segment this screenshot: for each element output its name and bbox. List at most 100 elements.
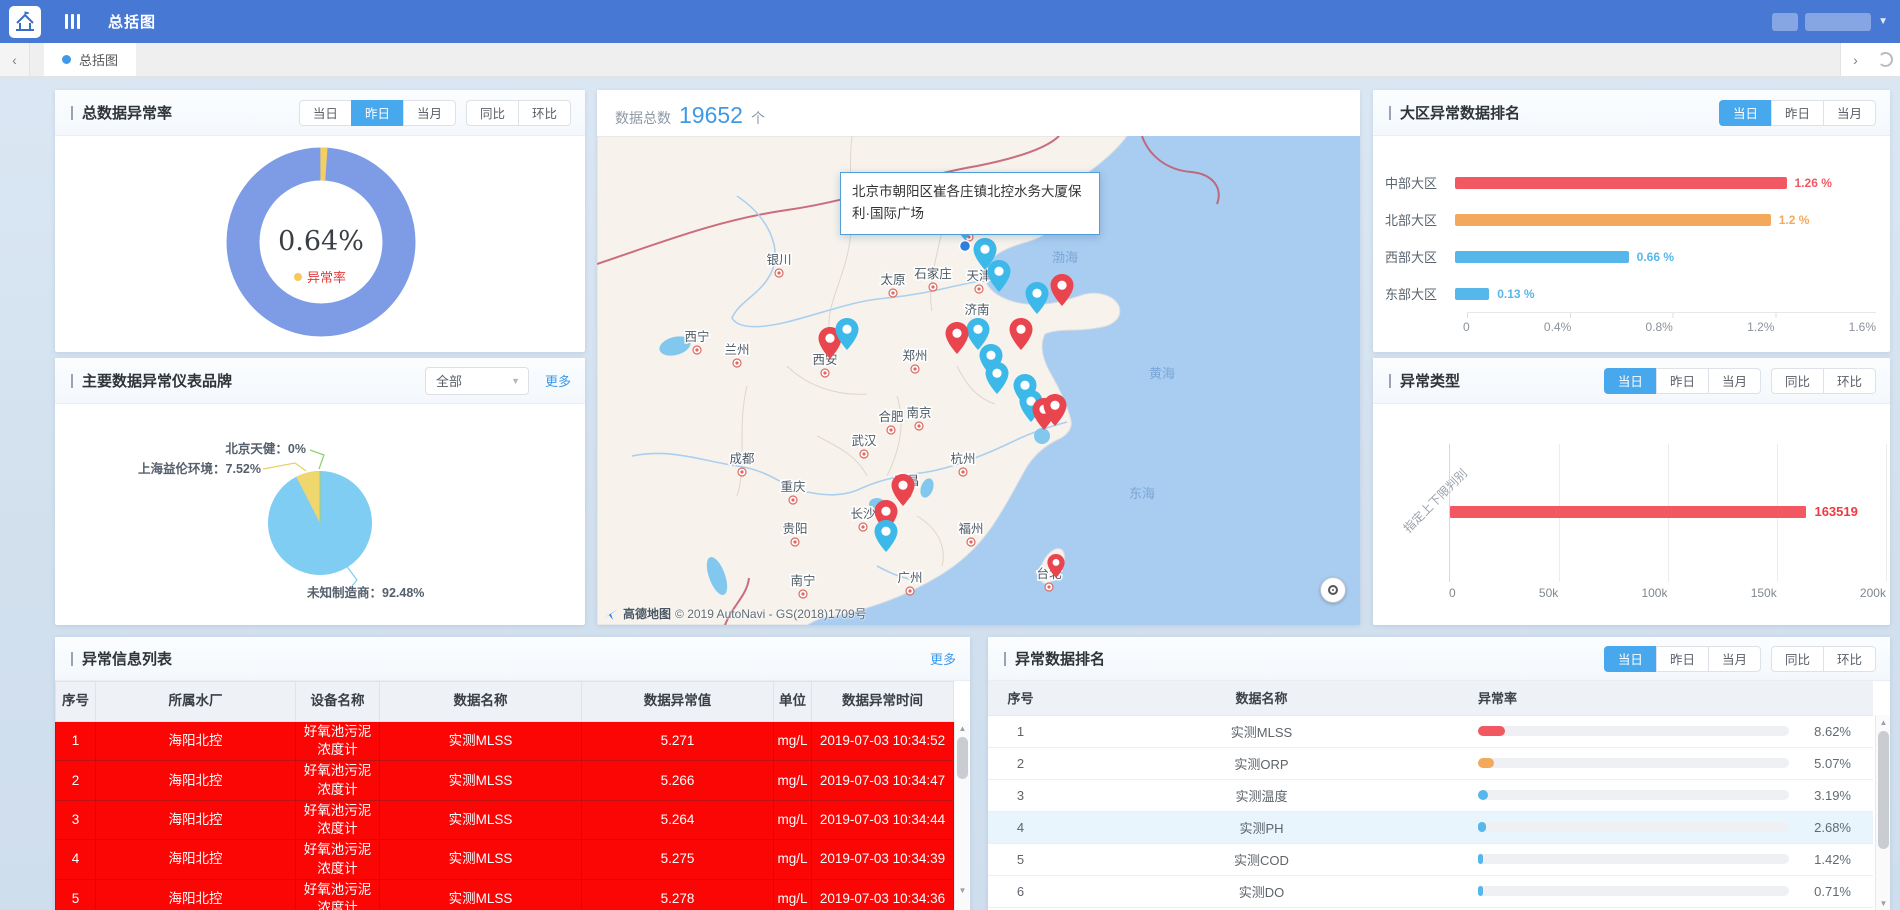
anomaly-list-table: 序号所属水厂设备名称数据名称数据异常值单位数据异常时间 1 海阳北控 好氧池污泥浓度… [55, 681, 954, 910]
sea-label: 东海 [1129, 486, 1155, 501]
period-tab[interactable]: 昨日 [1771, 100, 1824, 126]
panel-header: 异常数据排名 当日昨日当月同比环比 [988, 637, 1890, 681]
cell: 好氧池污泥浓度计 [296, 800, 380, 839]
period-tab[interactable]: 当日 [1719, 100, 1772, 126]
panel-title: 异常数据排名 [1004, 648, 1105, 669]
table-row[interactable]: 2海阳北控好氧池污泥浓度计实测MLSS5.266mg/L2019-07-03 1… [56, 761, 954, 800]
period-tab[interactable]: 环比 [1823, 368, 1876, 394]
period-tab[interactable]: 当月 [1708, 646, 1761, 672]
cell: 5.278 [582, 879, 774, 910]
column-header: 数据名称 [380, 682, 582, 722]
period-tab[interactable]: 同比 [1771, 646, 1824, 672]
rate-progress-bar [1478, 854, 1789, 864]
cell: 实测MLSS [380, 840, 582, 879]
panel-title: 大区异常数据排名 [1389, 102, 1520, 123]
map-locate-button[interactable] [1320, 577, 1346, 603]
rate-progress-bar [1478, 758, 1789, 768]
user-menu[interactable]: ▼ [1772, 13, 1888, 31]
sidebar-toggle-icon[interactable] [65, 14, 80, 29]
column-header: 单位 [774, 682, 812, 722]
column-header: 异常率 [1470, 681, 1873, 715]
period-tab[interactable]: 当月 [1708, 368, 1761, 394]
period-tab[interactable]: 当月 [1823, 100, 1876, 126]
column-header: 所属水厂 [96, 682, 296, 722]
legend-dot-icon [294, 273, 302, 281]
region-bar [1455, 177, 1787, 189]
svg-text:济南: 济南 [964, 302, 989, 317]
rank-period-tabs: 当日昨日当月同比环比 [1604, 646, 1876, 672]
sea-label: 渤海 [1052, 250, 1078, 265]
table-row[interactable]: 3海阳北控好氧池污泥浓度计实测MLSS5.264mg/L2019-07-03 1… [56, 800, 954, 839]
brand-filter-select[interactable]: 全部 ▼ [425, 367, 529, 395]
period-tab[interactable]: 昨日 [1656, 646, 1709, 672]
svg-text:合肥: 合肥 [878, 409, 904, 424]
period-tab[interactable]: 同比 [1771, 368, 1824, 394]
table-row[interactable]: 6实测DO0.71% [988, 875, 1873, 907]
svg-text:成都: 成都 [729, 452, 755, 466]
cell: 1 [56, 722, 96, 761]
amap-logo-icon [603, 606, 619, 622]
period-tab[interactable]: 昨日 [1656, 368, 1709, 394]
cell: 2019-07-03 10:34:47 [812, 761, 954, 800]
column-header: 序号 [988, 681, 1053, 715]
table-header-row: 序号数据名称异常率 [988, 681, 1873, 715]
cell: 实测MLSS [380, 800, 582, 839]
tabs-scroll-right-button[interactable]: › [1840, 43, 1870, 76]
table-row[interactable]: 1实测MLSS8.62% [988, 715, 1873, 747]
table-row[interactable]: 3实测温度3.19% [988, 779, 1873, 811]
period-tab[interactable]: 当日 [1604, 646, 1657, 672]
list-more-link[interactable]: 更多 [930, 649, 956, 668]
total-count-unit: 个 [751, 108, 765, 128]
panel-header: 大区异常数据排名 当日昨日当月 [1373, 90, 1890, 136]
tab-options-icon[interactable] [1870, 43, 1900, 76]
cell: mg/L [774, 722, 812, 761]
cell: 5.266 [582, 761, 774, 800]
cell: 实测MLSS [380, 879, 582, 910]
tab-overview[interactable]: 总括图 [44, 43, 136, 76]
rate-progress-bar [1478, 726, 1789, 736]
donut-legend-label: 异常率 [307, 270, 346, 285]
user-name [1805, 13, 1871, 31]
svg-text:武汉: 武汉 [851, 434, 877, 448]
pie-label-tianjian: 北京天健：0% [225, 441, 306, 456]
brand-more-link[interactable]: 更多 [545, 371, 571, 390]
panel-title: 异常类型 [1389, 370, 1460, 391]
map-tooltip: 北京市朝阳区崔各庄镇北控水务大厦保利·国际广场 [840, 172, 1100, 235]
page-title: 总括图 [108, 11, 156, 32]
svg-text:杭州: 杭州 [950, 451, 975, 466]
cell: 5.275 [582, 840, 774, 879]
svg-text:贵阳: 贵阳 [782, 522, 807, 536]
table-row[interactable]: 5海阳北控好氧池污泥浓度计实测MLSS5.278mg/L2019-07-03 1… [56, 879, 954, 910]
period-tab[interactable]: 当月 [403, 100, 456, 126]
panel-title: 总数据异常率 [71, 102, 172, 123]
table-row[interactable]: 1海阳北控好氧池污泥浓度计实测MLSS5.271mg/L2019-07-03 1… [56, 722, 954, 761]
panel-anomaly-brands: 主要数据异常仪表品牌 全部 ▼ 更多 北京天健：0% [55, 358, 585, 625]
rank-scrollbar[interactable]: ▲ ▼ [1875, 715, 1890, 910]
pie-label-unknown: 未知制造商：92.48% [306, 585, 424, 600]
panel-header: 异常类型 当日昨日当月同比环比 [1373, 358, 1890, 404]
china-map[interactable]: 渤海黄海东海 北京银川太原石家庄天津济南西宁兰州郑州西安合肥南京武汉杭州成都重庆… [597, 136, 1360, 625]
period-tab[interactable]: 环比 [1823, 646, 1876, 672]
table-row[interactable]: 2实测ORP5.07% [988, 747, 1873, 779]
list-scrollbar[interactable]: ▲ ▼ [954, 721, 969, 910]
column-header: 序号 [56, 682, 96, 722]
table-row[interactable]: 4海阳北控好氧池污泥浓度计实测MLSS5.275mg/L2019-07-03 1… [56, 840, 954, 879]
cell: 3.19% [1470, 779, 1873, 811]
table-row[interactable]: 5实测COD1.42% [988, 843, 1873, 875]
tabs-scroll-left-button[interactable]: ‹ [0, 43, 30, 76]
period-tab[interactable]: 同比 [466, 100, 519, 126]
cell: 2 [988, 747, 1053, 779]
chevron-down-icon: ▼ [1878, 16, 1888, 27]
period-tab[interactable]: 当日 [299, 100, 352, 126]
map-attribution: 高德地图 © 2019 AutoNavi - GS(2018)1709号 [603, 605, 867, 622]
cell: 实测COD [1053, 843, 1470, 875]
period-tab[interactable]: 昨日 [351, 100, 404, 126]
table-row[interactable]: 4实测PH2.68% [988, 811, 1873, 843]
panel-map: 数据总数 19652 个 [597, 90, 1360, 625]
period-tab[interactable]: 当日 [1604, 368, 1657, 394]
period-tab[interactable]: 环比 [518, 100, 571, 126]
type-x-axis: 050k100k150k200k [1449, 586, 1886, 600]
cell: 2019-07-03 10:34:39 [812, 840, 954, 879]
cell: 海阳北控 [96, 879, 296, 910]
table-header-row: 序号所属水厂设备名称数据名称数据异常值单位数据异常时间 [56, 682, 954, 722]
